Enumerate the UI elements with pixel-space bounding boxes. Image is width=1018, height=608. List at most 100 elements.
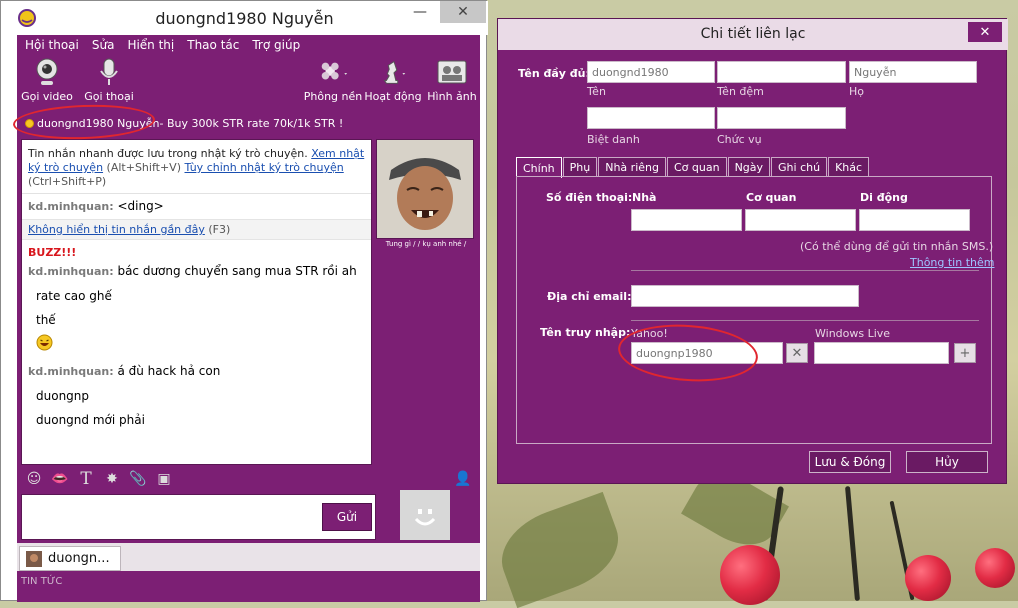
photos-button[interactable]: Hình ảnh	[422, 57, 482, 103]
message-sender: kd.minhquan:	[28, 365, 114, 378]
home-phone-caption: Nhà	[632, 191, 657, 204]
text-format-button[interactable]: T	[73, 468, 99, 490]
plus-icon: +	[959, 345, 971, 361]
yahoo-id-field[interactable]: duongnp1980	[631, 342, 783, 364]
nickname-caption: Biệt danh	[587, 133, 640, 146]
background-branch	[844, 486, 861, 601]
send-button[interactable]: Gửi	[322, 503, 372, 531]
avatar-caption: Tung gì / / kụ anh nhé /	[385, 240, 467, 248]
menu-view[interactable]: Hiển thị	[127, 38, 174, 52]
divider	[631, 320, 979, 321]
format-toolbar: ☺ 👄 T ✸ 📎 ▣ 👤	[21, 467, 476, 491]
voice-call-button[interactable]: Gọi thoại	[79, 57, 139, 103]
contact-details-dialog: Chi tiết liên lạc ✕ Tên đầy đủ: duongnd1…	[497, 18, 1008, 484]
menu-edit[interactable]: Sửa	[92, 38, 115, 52]
first-name-field[interactable]: duongnd1980	[587, 61, 715, 83]
background-berry	[720, 545, 780, 605]
emoticon-picker-button[interactable]: ☺	[21, 468, 47, 490]
work-phone-caption: Cơ quan	[746, 191, 797, 204]
audible-icon: 👄	[51, 471, 69, 487]
buzz-button[interactable]: ✸	[99, 468, 125, 490]
message-history[interactable]: Tin nhắn nhanh được lưu trong nhật ký tr…	[21, 139, 372, 465]
chat-body: Hội thoại Sửa Hiển thị Thao tác Trợ giúp…	[17, 35, 480, 602]
buzz-icon: ✸	[106, 471, 118, 487]
mobile-phone-field[interactable]	[859, 209, 970, 231]
windows-live-field[interactable]	[814, 342, 949, 364]
email-label: Địa chỉ email:	[547, 290, 632, 303]
message-sender: kd.minhquan:	[28, 265, 114, 278]
chat-menubar: Hội thoại Sửa Hiển thị Thao tác Trợ giúp	[17, 35, 480, 55]
activities-label: Hoạt động	[364, 90, 422, 103]
mobile-phone-caption: Di động	[860, 191, 908, 204]
tab-other[interactable]: Khác	[828, 157, 870, 177]
tab-notes[interactable]: Ghi chú	[771, 157, 828, 177]
photo-share-icon	[436, 57, 468, 87]
customize-history-shortcut: (Ctrl+Shift+P)	[28, 175, 107, 188]
add-windows-live-button[interactable]: +	[954, 343, 976, 363]
message-text: duongnd mới phải	[36, 413, 145, 427]
conversation-tab[interactable]: duongn...	[19, 546, 121, 571]
close-button[interactable]: ✕	[440, 1, 486, 23]
customize-history-link[interactable]: Tùy chỉnh nhật ký trò chuyện	[185, 161, 344, 174]
save-close-button[interactable]: Lưu & Đóng	[809, 451, 891, 473]
photos-label: Hình ảnh	[427, 90, 477, 103]
dialog-close-button[interactable]: ✕	[968, 22, 1002, 42]
sms-note: (Có thể dùng để gửi tin nhắn SMS.)	[800, 240, 994, 253]
message-item: kd.minhquan: bác dương chuyển sang mua S…	[22, 259, 371, 284]
chat-window: duongnd1980 Nguyễn — ✕ Hội thoại Sửa Hiể…	[0, 0, 488, 602]
remove-yahoo-id-button[interactable]: ✕	[786, 343, 808, 363]
full-name-label: Tên đầy đủ:	[518, 67, 590, 80]
background-berry	[905, 555, 951, 601]
message-text: thế	[36, 313, 56, 327]
paperclip-icon: 📎	[129, 471, 147, 487]
smiley-avatar-icon	[411, 501, 439, 529]
last-name-field[interactable]: Nguyễn	[849, 61, 977, 83]
message-item: kd.minhquan: <ding>	[22, 194, 371, 219]
contact-status-message: - Buy 300k STR rate 70k/1k STR !	[159, 116, 344, 130]
message-item	[22, 332, 371, 359]
menu-conversation[interactable]: Hội thoại	[25, 38, 79, 52]
message-sender: kd.minhquan:	[28, 200, 114, 213]
text-format-icon: T	[80, 469, 92, 489]
home-phone-field[interactable]	[631, 209, 742, 231]
tab-main[interactable]: Chính	[516, 157, 562, 178]
audible-button[interactable]: 👄	[47, 468, 73, 490]
job-title-field[interactable]	[717, 107, 846, 129]
more-info-link[interactable]: Thông tin thêm	[910, 256, 994, 269]
video-call-button[interactable]: Gọi video	[17, 57, 77, 103]
message-text: duongnp	[36, 389, 90, 403]
cancel-button[interactable]: Hủy	[906, 451, 988, 473]
voice-call-label: Gọi thoại	[84, 90, 134, 103]
menu-help[interactable]: Trợ giúp	[252, 38, 300, 52]
email-field[interactable]	[631, 285, 859, 307]
background-leaf	[489, 491, 631, 608]
conversation-tab-label: duongn...	[48, 551, 110, 566]
message-input[interactable]: Gửi	[21, 494, 376, 540]
tab-home[interactable]: Nhà riêng	[598, 157, 666, 177]
hide-recent-messages-link[interactable]: Không hiển thị tin nhắn gần đây	[28, 223, 205, 236]
attach-file-button[interactable]: 📎	[125, 468, 151, 490]
background-button[interactable]: Phông nền	[303, 57, 363, 103]
laughing-emoticon-icon	[36, 334, 53, 351]
contact-info-button[interactable]: 👤	[450, 468, 476, 490]
tab-dates[interactable]: Ngày	[727, 157, 771, 177]
minimize-button[interactable]: —	[398, 1, 442, 23]
contact-avatar[interactable]	[376, 139, 474, 239]
activities-button[interactable]: Hoạt động	[363, 57, 423, 103]
message-text: <ding>	[117, 199, 164, 213]
menu-actions[interactable]: Thao tác	[187, 38, 239, 52]
nickname-field[interactable]	[587, 107, 715, 129]
news-label[interactable]: TIN TỨC	[21, 576, 62, 587]
contact-name: duongnd1980 Nguyễn	[37, 116, 160, 130]
details-tabs: Chính Phụ Nhà riêng Cơ quan Ngày Ghi chú…	[516, 157, 870, 178]
chess-knight-icon	[377, 57, 409, 87]
tab-secondary[interactable]: Phụ	[562, 157, 598, 177]
contact-avatar-panel: Tung gì / / kụ anh nhé /	[376, 139, 476, 273]
tab-work[interactable]: Cơ quan	[666, 157, 727, 177]
share-photo-button[interactable]: ▣	[151, 468, 177, 490]
background-berry	[975, 548, 1015, 588]
middle-name-field[interactable]	[717, 61, 846, 83]
yahoo-caption: Yahoo!	[631, 327, 668, 340]
my-avatar[interactable]	[400, 490, 450, 540]
work-phone-field[interactable]	[745, 209, 856, 231]
